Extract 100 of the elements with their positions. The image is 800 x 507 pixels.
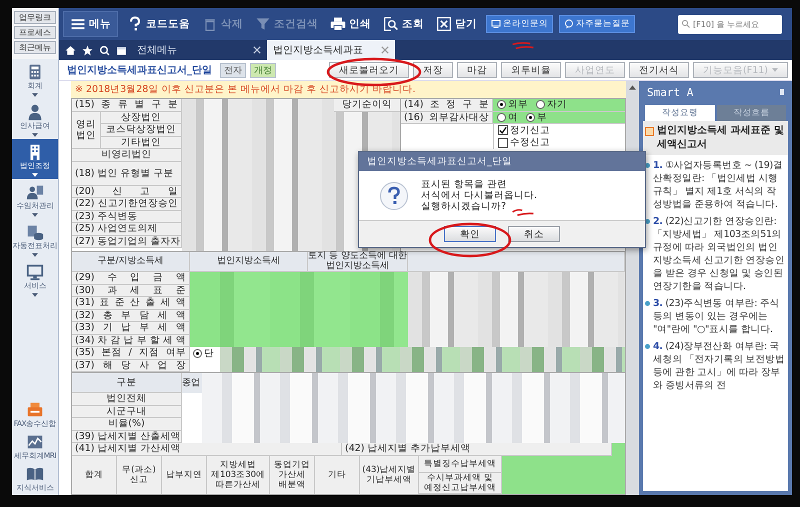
- sidebar-link[interactable]: 프로세스: [14, 26, 56, 39]
- field-label: (18) 법인 유형별 구분: [72, 162, 182, 186]
- column-header: (43)납세지별 기납부세액: [360, 456, 419, 494]
- form-badge: 전자: [220, 62, 246, 78]
- people-icon: [26, 183, 44, 201]
- scroll-up-icon[interactable]: [629, 85, 636, 90]
- radio-option[interactable]: 외부: [497, 98, 528, 112]
- field-label: (29) 수 입 금 액: [72, 272, 190, 284]
- field-label: (32) 총 부 담 세 액: [72, 310, 190, 322]
- dialog-message: 실행하시겠습니까?: [421, 201, 508, 212]
- input-cell[interactable]: [612, 443, 625, 456]
- help-text: 1. ①사업자등록번호 ~ (19)결산확정일란: 「법인세법 시행규칙」 별지 제1호 서식의 작성방법을 준용하여 적습니다.: [653, 159, 784, 211]
- field-label: 코스닥상장법인: [101, 124, 182, 136]
- field-label: (23) 주식변동: [72, 210, 182, 223]
- sidebar-link[interactable]: 업무링크: [14, 11, 56, 24]
- caret-icon: [32, 253, 38, 257]
- field-label: (25) 사업연도의제: [72, 223, 182, 236]
- field-label: (22) 신고기한연장승인: [72, 198, 182, 210]
- field-label: (27) 동업기업의 출자자: [72, 236, 182, 248]
- calendar-icon[interactable]: [116, 44, 127, 56]
- form-title: 법인지방소득세과표신고서_단일: [67, 64, 212, 77]
- toolbar-button[interactable]: 코드도움: [124, 13, 193, 35]
- monitor-icon: [491, 19, 501, 29]
- field-label: 비율(%): [72, 418, 182, 430]
- monitor-icon: [26, 263, 44, 281]
- field-label: 기타법인: [101, 136, 182, 149]
- caret-icon: [32, 213, 38, 217]
- column-header: 토지 등 양도소득에 대한 법인지방소득세: [308, 252, 408, 272]
- help-text: 4. (24)장부전산화 여부란: 국세청의 「전자기록의 보전방법 등에 관한 고시」에 따라 장부와 증빙서류의 전: [653, 340, 786, 392]
- bullet-icon: [645, 301, 650, 306]
- field-label: (30) 과 세 표 준: [72, 284, 190, 297]
- search-icon[interactable]: [99, 44, 110, 56]
- close-icon: [436, 16, 452, 32]
- input-cell[interactable]: [502, 456, 625, 494]
- radio-option[interactable]: 자기: [536, 98, 567, 112]
- column-header: 기타: [315, 456, 360, 494]
- book-icon: [26, 465, 44, 483]
- column-header: 특별징수납부세액: [419, 456, 501, 473]
- question-icon: [379, 180, 409, 210]
- panel-title: Smart A: [647, 86, 694, 98]
- toolbar-button[interactable]: 닫기: [433, 13, 480, 35]
- column-header: 법인지방소득세: [190, 252, 308, 272]
- action-button[interactable]: 새로불러오기: [329, 62, 410, 78]
- toolbar-link[interactable]: 온라인문의: [486, 15, 553, 33]
- dialog-button[interactable]: 확인: [444, 226, 496, 242]
- bullet-icon: [645, 127, 654, 136]
- star-icon[interactable]: [82, 44, 93, 56]
- speech-bubble-icon: [564, 19, 574, 29]
- sidebar-link[interactable]: 최근메뉴: [14, 41, 56, 54]
- caret-icon: [32, 173, 38, 177]
- radio-option[interactable]: 단: [193, 346, 214, 360]
- fax-icon: [26, 401, 44, 419]
- help-text: 2. (22)신고기한 연장승인란: 「지방세법」 제103조의51의 규정에 따라 외국법인의 법인지방소득세 신고기한 연장승인을 받은 경우 신청일 및 승인된 연장기한을 적습니다.: [653, 215, 786, 293]
- action-button[interactable]: 외투비율: [501, 62, 562, 78]
- bullet-icon: [645, 344, 650, 349]
- pen-mark-drawing: [511, 42, 535, 50]
- search-icon: [383, 16, 399, 32]
- radio-option[interactable]: 부: [526, 110, 547, 124]
- field-label: 영리법인: [72, 112, 101, 149]
- checkbox-option[interactable]: 정기신고: [494, 124, 550, 136]
- person-icon: [26, 103, 44, 121]
- toolbar-button[interactable]: 조회: [380, 13, 427, 35]
- dialog-message: 서식에서 다시불러옵니다.: [421, 190, 538, 201]
- action-button[interactable]: 마감: [457, 62, 498, 78]
- field-label: 비영리법인: [72, 149, 182, 162]
- checkbox-option[interactable]: 수정신고: [494, 136, 550, 149]
- search-field[interactable]: [F10] 을 누르세요: [678, 14, 782, 34]
- printer-icon: [330, 16, 346, 32]
- field-label: (39) 납세지별 산출세액: [72, 430, 182, 443]
- field-label: (41) 납세지별 가산세액: [72, 443, 342, 456]
- toolbar-button[interactable]: 메뉴: [63, 11, 118, 37]
- column-header: 당기순이익: [334, 99, 400, 112]
- dialog-title: 법인지방소득세과표신고서_단일: [359, 152, 645, 171]
- field-label: (33) 기 납 부 세 액: [72, 322, 190, 334]
- trash-icon: [202, 16, 218, 32]
- toolbar-link[interactable]: 자주묻는질문: [559, 15, 635, 33]
- caret-icon: [32, 133, 38, 137]
- field-label: 법인전체: [72, 393, 182, 406]
- action-button[interactable]: 저장: [413, 62, 454, 78]
- coins-icon: [26, 223, 44, 241]
- notice-bar: ※ 2018년3월28일 이후 신고분은 본 메뉴에서 마감 후 신고하시기 바랍니다.: [71, 81, 626, 98]
- home-icon[interactable]: [65, 44, 76, 56]
- all-menu-tab[interactable]: 전체메뉴: [137, 43, 247, 57]
- field-label: (37) 해 당 사 업 장: [72, 360, 190, 372]
- pen-mark-drawing: [511, 208, 535, 216]
- search-icon: [681, 18, 691, 28]
- action-button[interactable]: 전기서식: [629, 62, 690, 78]
- tab[interactable]: 작성요령: [645, 105, 714, 121]
- column-header: 지방세법 제103조30에 따른가산세: [207, 456, 270, 494]
- close-icon[interactable]: [253, 46, 261, 54]
- toolbar-button[interactable]: 인쇄: [327, 13, 374, 35]
- field-label: (20) 신 고 일: [72, 186, 182, 198]
- dialog-button[interactable]: 취소: [508, 226, 560, 242]
- filter-icon: [255, 16, 271, 32]
- tab[interactable]: 법인지방소득세과표: [267, 40, 395, 60]
- column-header: 구분/지방소득세: [72, 252, 190, 272]
- help-heading: 법인지방소득세 과세표준 및 세액신고서: [657, 124, 785, 152]
- field-label: (42) 납세지별 추가납부세액: [342, 443, 612, 456]
- column-header: 종업: [182, 373, 202, 393]
- radio-option[interactable]: 여: [497, 110, 518, 124]
